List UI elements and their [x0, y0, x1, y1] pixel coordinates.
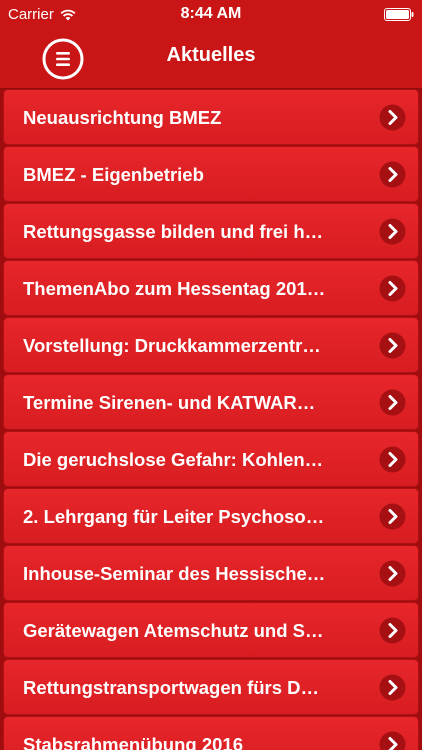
chevron-right-icon — [379, 275, 406, 302]
list-item[interactable]: Neuausrichtung BMEZ — [3, 89, 419, 145]
list-item[interactable]: Inhouse-Seminar des Hessische… — [3, 545, 419, 601]
chevron-right-icon — [379, 218, 406, 245]
status-bar: Carrier 8:44 AM — [0, 0, 422, 30]
list-item[interactable]: 2. Lehrgang für Leiter Psychoso… — [3, 488, 419, 544]
list-item-label: Rettungsgasse bilden und frei h… — [23, 221, 324, 242]
list-item[interactable]: Die geruchslose Gefahr: Kohlen… — [3, 431, 419, 487]
list-item[interactable]: Termine Sirenen- und KATWAR… — [3, 374, 419, 430]
list-item-label: Inhouse-Seminar des Hessische… — [23, 563, 326, 584]
list-item[interactable]: Rettungstransportwagen fürs D… — [3, 659, 419, 715]
chevron-right-icon — [379, 503, 406, 530]
chevron-right-icon — [379, 560, 406, 587]
list-item[interactable]: ThemenAbo zum Hessentag 201… — [3, 260, 419, 316]
page-title: Aktuelles — [166, 44, 256, 66]
status-time: 8:44 AM — [180, 5, 242, 22]
list-item-label: Die geruchslose Gefahr: Kohlen… — [23, 449, 324, 470]
list-item-label: Neuausrichtung BMEZ — [23, 107, 222, 128]
list-item-label: Gerätewagen Atemschutz und S… — [23, 620, 324, 641]
list-item-label: ThemenAbo zum Hessentag 201… — [23, 278, 326, 299]
navigation-bar: Aktuelles — [0, 30, 422, 89]
list-item[interactable]: Gerätewagen Atemschutz und S… — [3, 602, 419, 658]
news-list: Neuausrichtung BMEZ BMEZ - Eigenbetrieb … — [0, 89, 422, 750]
list-item-label: BMEZ - Eigenbetrieb — [23, 164, 204, 185]
chevron-right-icon — [379, 617, 406, 644]
chevron-right-icon — [379, 161, 406, 188]
battery-icon — [384, 8, 414, 21]
chevron-right-icon — [379, 674, 406, 701]
app-screen: Carrier 8:44 AM Aktuelles Neuausrichtung… — [0, 0, 422, 750]
chevron-right-icon — [379, 104, 406, 131]
list-item-label: Termine Sirenen- und KATWAR… — [23, 392, 316, 413]
chevron-right-icon — [379, 446, 406, 473]
list-item[interactable]: Vorstellung: Druckkammerzentr… — [3, 317, 419, 373]
list-item[interactable]: BMEZ - Eigenbetrieb — [3, 146, 419, 202]
list-item-label: Stabsrahmenübung 2016 — [23, 734, 244, 750]
list-item[interactable]: Stabsrahmenübung 2016 — [3, 716, 419, 750]
chevron-right-icon — [379, 731, 406, 750]
list-item-label: Vorstellung: Druckkammerzentr… — [23, 335, 321, 356]
list-item-label: Rettungstransportwagen fürs D… — [23, 677, 320, 698]
list-item[interactable]: Rettungsgasse bilden und frei h… — [3, 203, 419, 259]
chevron-right-icon — [379, 389, 406, 416]
list-item-label: 2. Lehrgang für Leiter Psychoso… — [23, 506, 325, 527]
chevron-right-icon — [379, 332, 406, 359]
